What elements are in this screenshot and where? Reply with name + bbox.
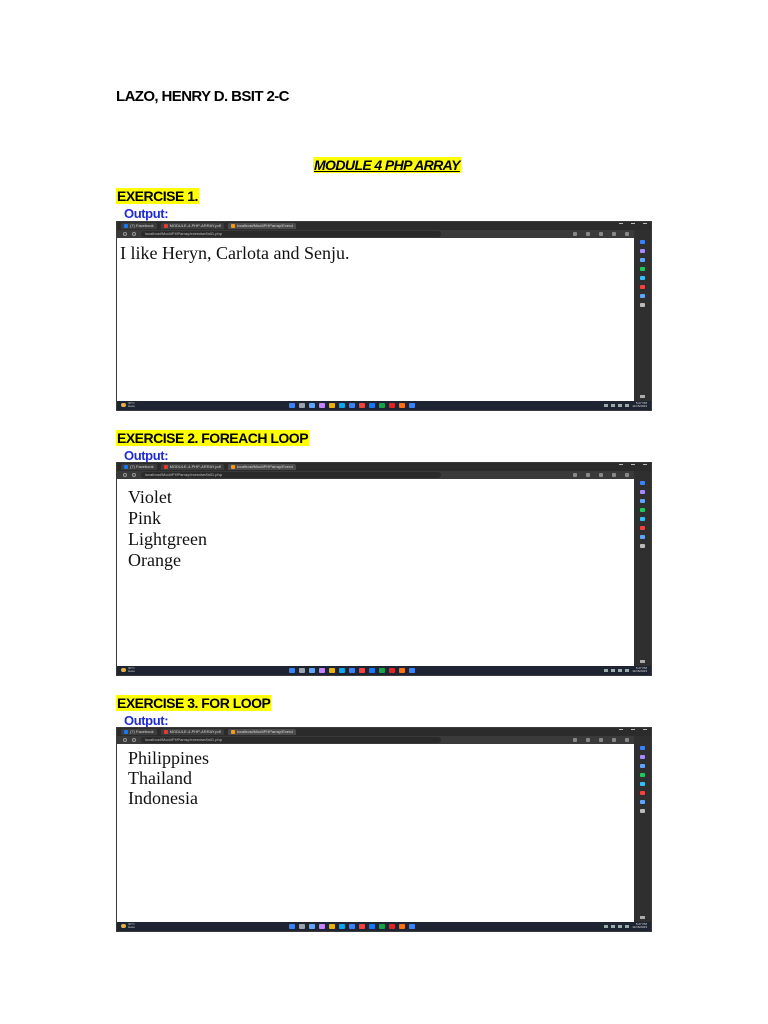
address-bar: localhost/Mod4PHParray/exercise/fa01.php (117, 471, 651, 479)
tools-icon (640, 499, 645, 503)
games-icon (640, 773, 645, 777)
refresh-icon (132, 473, 136, 477)
exercise-1-output-label: Output: (124, 206, 169, 221)
output-line: Violet (128, 487, 172, 507)
outlook-icon (640, 791, 645, 795)
windows-taskbar: 30°C Haze 5:27 PM 11/15/2023 (117, 401, 651, 410)
address-bar: localhost/Mod4PHParray/exercise/fa01.php (117, 230, 651, 238)
browser-tab: (7) Facebook (121, 464, 157, 470)
output-line: Orange (128, 550, 181, 570)
exercise-1-screenshot: (7) Facebook MODULE-4-PHP-ARRAY.pdf loca… (116, 221, 652, 411)
copilot-icon (640, 249, 645, 253)
browser-sidebar (634, 736, 651, 923)
office-icon (640, 276, 645, 280)
system-tray: 5:27 PM 11/15/2023 (604, 667, 647, 673)
browser-tab-bar: (7) Facebook MODULE-4-PHP-ARRAY.pdf loca… (117, 728, 651, 736)
back-icon (123, 738, 127, 742)
drop-icon (640, 294, 645, 298)
browser-tab: MODULE-4-PHP-ARRAY.pdf (160, 729, 224, 735)
copilot-icon (640, 755, 645, 759)
weather-widget: 30°C Haze (121, 923, 135, 929)
refresh-icon (132, 738, 136, 742)
module-title: MODULE 4 PHP ARRAY (313, 157, 461, 173)
browser-toolbar (573, 738, 629, 742)
browser-page-content: I like Heryn, Carlota and Senju. (117, 238, 634, 401)
address-bar: localhost/Mod4PHParray/exercise/fa01.php (117, 736, 651, 744)
browser-tab-bar: (7) Facebook MODULE-4-PHP-ARRAY.pdf loca… (117, 463, 651, 471)
drop-icon (640, 800, 645, 804)
exercise-3-screenshot: (7) Facebook MODULE-4-PHP-ARRAY.pdf loca… (116, 727, 652, 932)
browser-page-content: Violet Pink Lightgreen Orange (117, 479, 634, 666)
window-controls (619, 464, 647, 468)
browser-tab: MODULE-4-PHP-ARRAY.pdf (160, 223, 224, 229)
exercise-2-title: EXERCISE 2. FOREACH LOOP (116, 430, 310, 446)
weather-icon (121, 924, 126, 928)
window-controls (619, 729, 647, 733)
settings-icon (640, 660, 645, 663)
browser-tab: MODULE-4-PHP-ARRAY.pdf (160, 464, 224, 470)
games-icon (640, 508, 645, 512)
settings-icon (640, 916, 645, 919)
browser-tab: (7) Facebook (121, 729, 157, 735)
system-tray: 5:27 PM 11/15/2023 (604, 402, 647, 408)
browser-toolbar (573, 473, 629, 477)
taskbar-apps (289, 924, 415, 929)
weather-icon (121, 403, 126, 407)
search-icon (640, 481, 645, 485)
exercise-3-title: EXERCISE 3. FOR LOOP (116, 695, 272, 711)
output-line: Indonesia (128, 788, 198, 808)
add-icon (640, 809, 645, 813)
exercise-1-title: EXERCISE 1. (116, 188, 199, 204)
back-icon (123, 473, 127, 477)
exercise-2-output-label: Output: (124, 448, 169, 463)
search-icon (640, 240, 645, 244)
browser-page-content: Philippines Thailand Indonesia (117, 744, 634, 922)
refresh-icon (132, 232, 136, 236)
exercise-3-output-label: Output: (124, 713, 169, 728)
outlook-icon (640, 285, 645, 289)
exercise-2-screenshot: (7) Facebook MODULE-4-PHP-ARRAY.pdf loca… (116, 462, 652, 676)
browser-tab: localhost/Mod4PHParray/Exerci (227, 223, 297, 229)
tools-icon (640, 764, 645, 768)
browser-tab: (7) Facebook (121, 223, 157, 229)
browser-sidebar (634, 471, 651, 667)
windows-taskbar: 30°C Haze 5:27 PM 11/15/2023 (117, 666, 651, 675)
add-icon (640, 544, 645, 548)
windows-taskbar: 30°C Haze 5:27 PM 11/15/2023 (117, 922, 651, 931)
browser-tab: localhost/Mod4PHParray/Exerci (227, 729, 297, 735)
output-line: Lightgreen (128, 529, 207, 549)
drop-icon (640, 535, 645, 539)
copilot-icon (640, 490, 645, 494)
browser-tab: localhost/Mod4PHParray/Exerci (227, 464, 297, 470)
settings-icon (640, 395, 645, 398)
outlook-icon (640, 526, 645, 530)
url-field: localhost/Mod4PHParray/exercise/fa01.php (141, 472, 441, 478)
taskbar-apps (289, 403, 415, 408)
search-icon (640, 746, 645, 750)
office-icon (640, 782, 645, 786)
output-line: Pink (128, 508, 162, 528)
student-name: LAZO, HENRY D. BSIT 2-C (116, 88, 289, 105)
output-line: Philippines (128, 748, 210, 768)
weather-widget: 30°C Haze (121, 667, 135, 673)
window-controls (619, 223, 647, 227)
add-icon (640, 303, 645, 307)
weather-icon (121, 668, 126, 672)
url-field: localhost/Mod4PHParray/exercise/fa01.php (141, 231, 441, 237)
games-icon (640, 267, 645, 271)
system-tray: 5:27 PM 11/15/2023 (604, 923, 647, 929)
browser-sidebar (634, 230, 651, 402)
output-line: Thailand (128, 768, 192, 788)
output-line: I like Heryn, Carlota and Senju. (120, 243, 350, 263)
taskbar-apps (289, 668, 415, 673)
url-field: localhost/Mod4PHParray/exercise/fa01.php (141, 737, 441, 743)
back-icon (123, 232, 127, 236)
tools-icon (640, 258, 645, 262)
browser-tab-bar: (7) Facebook MODULE-4-PHP-ARRAY.pdf loca… (117, 222, 651, 230)
office-icon (640, 517, 645, 521)
weather-widget: 30°C Haze (121, 402, 135, 408)
browser-toolbar (573, 232, 629, 236)
